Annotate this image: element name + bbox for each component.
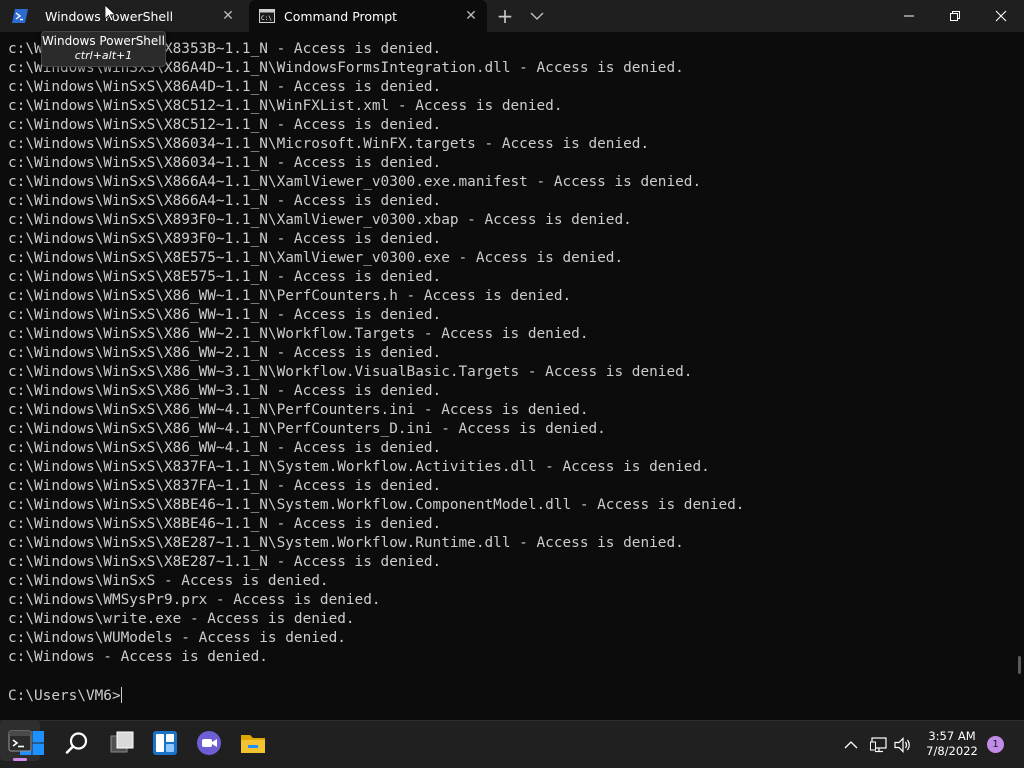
console-line: c:\Windows\WinSxS\X86_WW~2.1_N\Workflow.…: [8, 326, 589, 342]
restore-button[interactable]: [932, 0, 978, 32]
command-prompt-line[interactable]: C:\Users\VM6>: [8, 687, 122, 706]
tooltip-shortcut: ctrl+alt+1: [74, 49, 133, 62]
console-line: c:\Windows\WinSxS\X866A4~1.1_N - Access …: [8, 193, 442, 209]
prompt-text: C:\Users\VM6>: [8, 688, 121, 704]
console-line: c:\Windows\WinSxS\X86_WW~4.1_N - Access …: [8, 440, 442, 456]
console-line: c:\Windows\WinSxS\X8BE46~1.1_N\System.Wo…: [8, 497, 745, 513]
terminal-icon: [8, 730, 32, 752]
clock-date: 7/8/2022: [926, 744, 978, 758]
console-line: c:\Windows\WinSxS\X86A4D~1.1_N - Access …: [8, 79, 442, 95]
notification-badge[interactable]: 1: [987, 736, 1004, 753]
close-icon: [995, 10, 1007, 22]
console-line: c:\Windows\WinSxS\X8C512~1.1_N - Access …: [8, 117, 442, 133]
close-window-button[interactable]: [978, 0, 1024, 32]
console-line: c:\Windows\WinSxS\X893F0~1.1_N\XamlViewe…: [8, 212, 632, 228]
powershell-icon: [12, 9, 28, 23]
console-line: c:\Windows\WinSxS\X86034~1.1_N\Microsoft…: [8, 136, 650, 152]
console-line: c:\Windows\WinSxS\X866A4~1.1_N\XamlViewe…: [8, 174, 702, 190]
chevron-up-icon[interactable]: [843, 737, 859, 753]
console-line: c:\Windows\WinSxS\X86_WW~2.1_N - Access …: [8, 345, 442, 361]
console-line: c:\Windows\WinSxS\X86_WW~4.1_N\PerfCount…: [8, 421, 606, 437]
text-cursor: [120, 687, 122, 703]
console-line: c:\Windows\WinSxS\X86034~1.1_N - Access …: [8, 155, 442, 171]
scrollbar-thumb[interactable]: [1018, 656, 1021, 674]
close-tab-powershell-icon[interactable]: ✕: [220, 8, 236, 24]
running-indicator: [13, 758, 27, 761]
console-line: c:\Windows\WinSxS\X8E287~1.1_N\System.Wo…: [8, 535, 684, 551]
chevron-down-icon[interactable]: [528, 9, 546, 23]
tab-command-prompt[interactable]: C:\ Command Prompt ✕: [249, 0, 487, 32]
console-line: c:\Windows\WinSxS\X86_WW~1.1_N - Access …: [8, 307, 442, 323]
new-tab-button[interactable]: +: [495, 6, 515, 26]
console-line: c:\Windows\WinSxS\X893F0~1.1_N - Access …: [8, 231, 442, 247]
console-line: c:\Windows\WinSxS\X86_WW~1.1_N\PerfCount…: [8, 288, 572, 304]
search-icon[interactable]: [64, 730, 90, 756]
minimize-icon: [904, 15, 914, 17]
widgets-icon[interactable]: [152, 730, 178, 756]
console-line: c:\Windows\WinSxS\X8E575~1.1_N - Access …: [8, 269, 442, 285]
console-line: c:\Windows\WinSxS\X8E287~1.1_N - Access …: [8, 554, 442, 570]
tab-label-command-prompt: Command Prompt: [284, 9, 398, 24]
console-line: c:\Windows - Access is denied.: [8, 649, 268, 665]
console-line: c:\Windows\WinSxS\X86_WW~4.1_N\PerfCount…: [8, 402, 589, 418]
console-line: c:\Windows\WinSxS\X86_WW~3.1_N\Workflow.…: [8, 364, 693, 380]
tab-tooltip: Windows PowerShell ctrl+alt+1: [41, 31, 166, 67]
title-bar: Windows PowerShell ✕ C:\ Command Prompt …: [0, 0, 1024, 32]
task-view-icon[interactable]: [109, 730, 135, 756]
tab-windows-powershell[interactable]: Windows PowerShell ✕: [0, 0, 244, 32]
clock-time: 3:57 AM: [928, 729, 976, 743]
console-line: c:\Windows\WinSxS\X8C512~1.1_N\WinFXList…: [8, 98, 563, 114]
console-line: c:\Windows\WinSxS\X837FA~1.1_N - Access …: [8, 478, 442, 494]
console-line: c:\Windows\WinSxS - Access is denied.: [8, 573, 329, 589]
console-line: c:\Windows\WUModels - Access is denied.: [8, 630, 346, 646]
console-line: c:\Windows\WinSxS\X837FA~1.1_N\System.Wo…: [8, 459, 710, 475]
console-line: c:\Windows\write.exe - Access is denied.: [8, 611, 355, 627]
network-icon[interactable]: [870, 736, 888, 754]
system-clock[interactable]: 3:57 AM 7/8/2022: [912, 729, 992, 759]
console-line: c:\Windows\WinSxS\X86_WW~3.1_N - Access …: [8, 383, 442, 399]
svg-text:C:\: C:\: [261, 15, 272, 22]
mouse-pointer-icon: [105, 5, 117, 22]
console-line: c:\Windows\WinSxS\X8E575~1.1_N\XamlViewe…: [8, 250, 624, 266]
command-prompt-icon: C:\: [259, 9, 275, 23]
close-tab-command-prompt-icon[interactable]: ✕: [463, 8, 479, 24]
volume-icon[interactable]: [894, 736, 912, 754]
tooltip-title: Windows PowerShell: [42, 34, 165, 48]
chat-icon[interactable]: [196, 730, 222, 756]
file-explorer-icon[interactable]: [240, 730, 266, 756]
console-line: c:\Windows\WinSxS\X8BE46~1.1_N - Access …: [8, 516, 442, 532]
console-line: c:\Windows\WMSysPr9.prx - Access is deni…: [8, 592, 381, 608]
minimize-button[interactable]: [886, 0, 932, 32]
console-output: c:\Windows\WinSxS\X8353B~1.1_N - Access …: [8, 40, 744, 667]
restore-icon: [950, 11, 960, 21]
